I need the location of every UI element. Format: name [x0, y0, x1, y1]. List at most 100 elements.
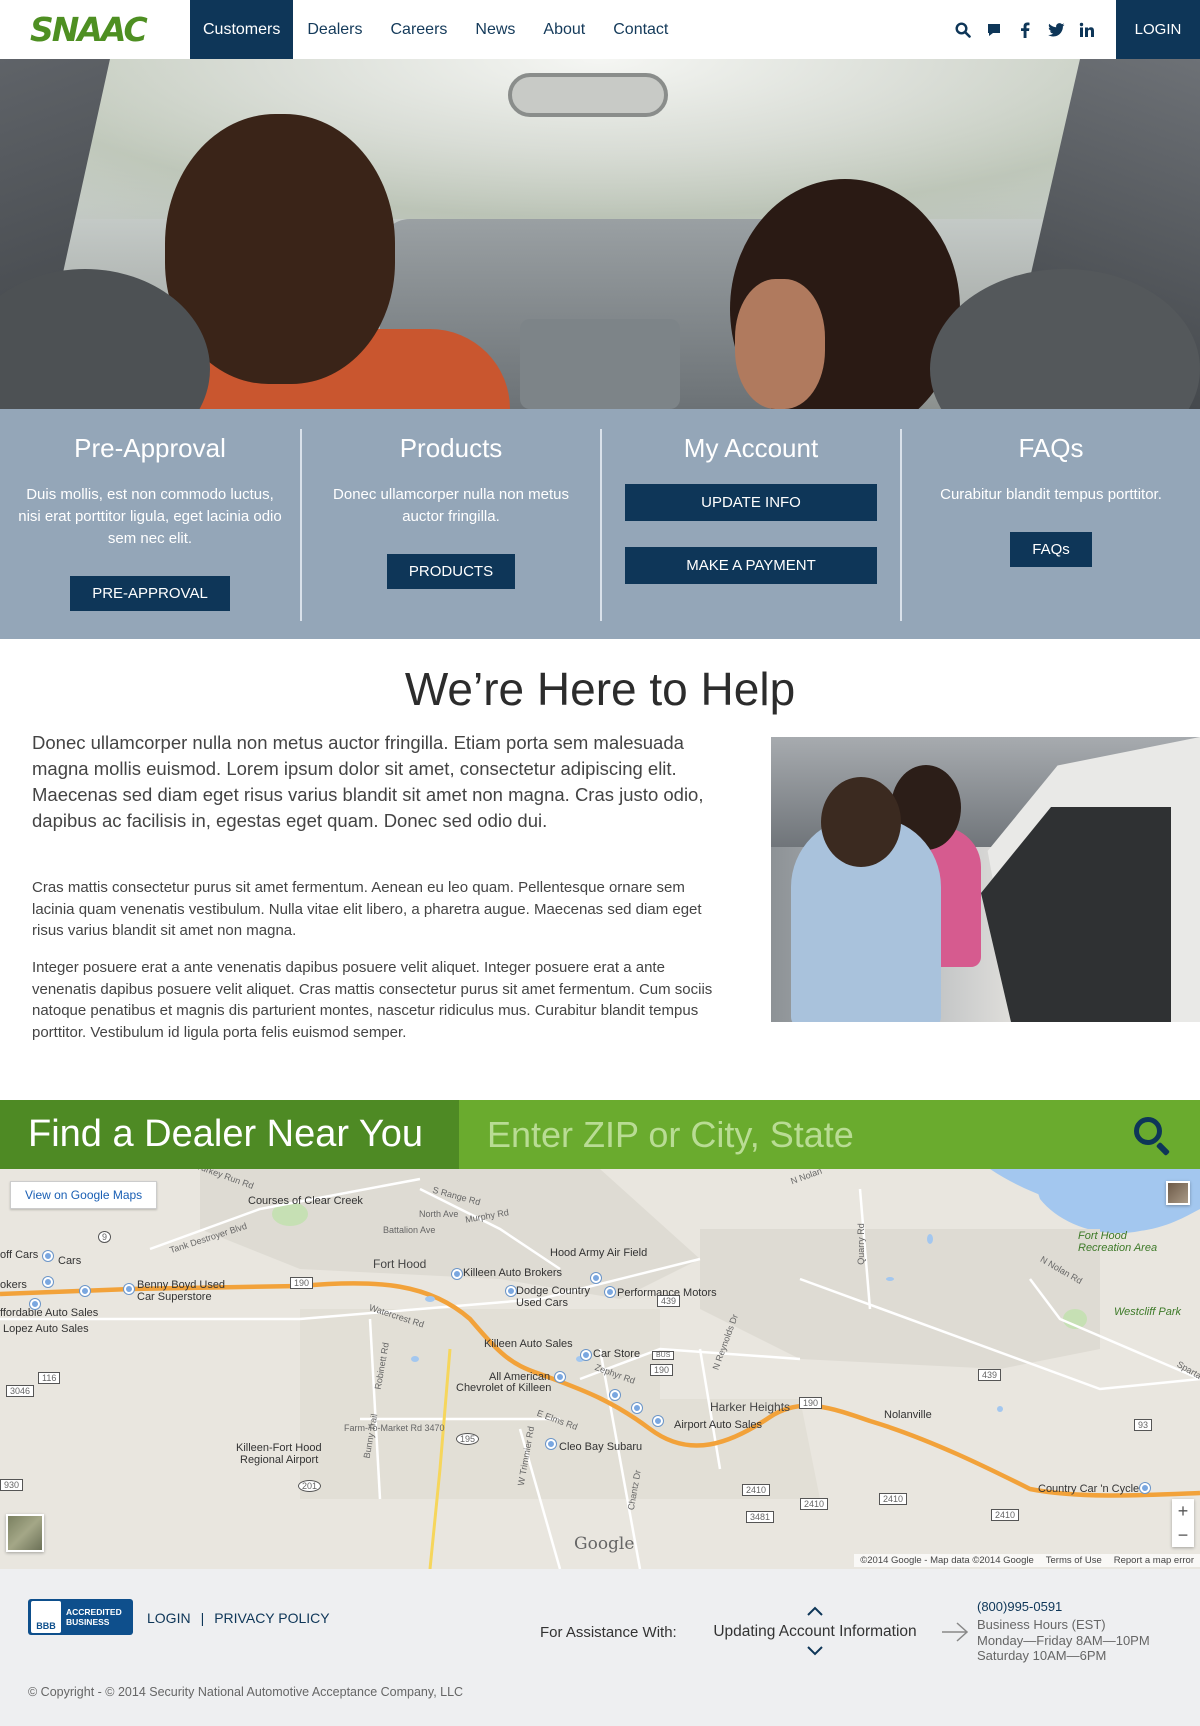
map-label: Westcliff Park: [1114, 1306, 1182, 1318]
dealer-pin[interactable]: [80, 1286, 90, 1296]
dealer-pin[interactable]: [506, 1286, 516, 1296]
highway-shield: 93: [1134, 1419, 1153, 1431]
map-label: Farm-To-Market Rd 3470: [344, 1423, 445, 1433]
feature-text: Curabitur blandit tempus porttitor.: [940, 486, 1162, 503]
zoom-in-button[interactable]: +: [1172, 1499, 1194, 1523]
highway-shield: 190: [799, 1397, 823, 1409]
map-label: Cars: [58, 1255, 82, 1267]
map-label: ffordable Auto Sales: [0, 1307, 99, 1319]
help-photo: [771, 737, 1200, 1022]
map-label: off Cars: [0, 1249, 39, 1261]
top-navigation: SNAAC Customers Dealers Careers News Abo…: [0, 0, 1200, 59]
map-satellite-toggle[interactable]: [1166, 1181, 1190, 1205]
highway-shield: 439: [657, 1295, 681, 1307]
dealer-pin[interactable]: [452, 1269, 462, 1279]
chevron-up-icon[interactable]: [704, 1605, 926, 1619]
assistance-selector[interactable]: Updating Account Information: [704, 1605, 926, 1663]
footer-privacy-link[interactable]: PRIVACY POLICY: [214, 1610, 329, 1626]
map-label: Killeen Auto Sales: [484, 1338, 573, 1350]
dealer-pin[interactable]: [1140, 1483, 1150, 1493]
dealer-pin[interactable]: [30, 1299, 40, 1309]
highway-shield: 2410: [879, 1493, 908, 1505]
update-info-button[interactable]: UPDATE INFO: [625, 484, 877, 521]
make-payment-button[interactable]: MAKE A PAYMENT: [625, 547, 877, 584]
nav-menu: Customers Dealers Careers News About Con…: [190, 0, 682, 59]
dealer-pin[interactable]: [591, 1273, 601, 1283]
nav-item-customers[interactable]: Customers: [190, 0, 294, 59]
arrow-right-icon: [940, 1619, 970, 1650]
business-hours: Business Hours (EST) Monday—Friday 8AM—1…: [977, 1617, 1150, 1664]
nav-item-news[interactable]: News: [461, 0, 529, 59]
logo[interactable]: SNAAC: [0, 0, 190, 59]
map-terms-link[interactable]: Terms of Use: [1046, 1555, 1102, 1566]
dealer-pin[interactable]: [546, 1439, 556, 1449]
dealer-pin[interactable]: [43, 1251, 53, 1261]
map-attribution: ©2014 Google - Map data ©2014 Google Ter…: [854, 1554, 1200, 1567]
feature-band: Pre-Approval Duis mollis, est non commod…: [0, 409, 1200, 639]
search-icon[interactable]: [954, 21, 972, 39]
highway-shield: 116: [38, 1372, 61, 1384]
help-paragraph-2: Integer posuere erat a ante venenatis da…: [32, 959, 713, 1041]
highway-shield: 2410: [742, 1484, 771, 1496]
nav-icons: [954, 0, 1116, 59]
google-logo: Google: [574, 1534, 635, 1554]
hero-console: [520, 319, 680, 409]
bbb-accredited-badge[interactable]: BBB ACCREDITED BUSINESS: [28, 1599, 133, 1635]
map-satellite-thumbnail[interactable]: [6, 1514, 44, 1552]
dealer-map[interactable]: View on Google Maps Turkey Run Rd S Rang…: [0, 1169, 1200, 1569]
dealer-pin[interactable]: [610, 1390, 620, 1400]
preapproval-button[interactable]: PRE-APPROVAL: [70, 576, 230, 611]
footer-login-link[interactable]: LOGIN: [147, 1610, 191, 1626]
map-label: Benny Boyd Used: [137, 1279, 226, 1291]
help-paragraph-1: Cras mattis consectetur purus sit amet f…: [32, 879, 702, 939]
highway-shield: 3481: [746, 1511, 775, 1523]
nav-item-contact[interactable]: Contact: [599, 0, 682, 59]
twitter-icon[interactable]: [1047, 21, 1065, 39]
highway-shield: 190: [290, 1277, 314, 1289]
map-label: Fort Hood: [373, 1257, 427, 1271]
feature-title: My Account: [683, 433, 819, 463]
map-label: Battalion Ave: [383, 1225, 436, 1235]
dealer-pin[interactable]: [124, 1284, 134, 1294]
contact-phone[interactable]: (800)995-0591: [977, 1599, 1062, 1614]
map-label: Cleo Bay Subaru: [559, 1441, 643, 1453]
bbb-badge-line-2: BUSINESS: [66, 1617, 110, 1627]
highway-shield: 195: [456, 1433, 480, 1445]
bbb-badge-text: ACCREDITED BUSINESS: [66, 1607, 122, 1627]
login-button[interactable]: LOGIN: [1116, 0, 1200, 59]
nav-item-about[interactable]: About: [529, 0, 599, 59]
zoom-out-button[interactable]: −: [1172, 1523, 1194, 1547]
map-label: Killeen-Fort Hood: [236, 1442, 322, 1454]
facebook-icon[interactable]: [1016, 21, 1034, 39]
linkedin-icon[interactable]: [1078, 21, 1096, 39]
footer: BBB ACCREDITED BUSINESS LOGIN | PRIVACY …: [0, 1569, 1200, 1726]
bbb-badge-line-1: ACCREDITED: [66, 1607, 122, 1617]
nav-item-careers[interactable]: Careers: [377, 0, 462, 59]
map-report-error-link[interactable]: Report a map error: [1114, 1555, 1194, 1566]
chevron-down-icon[interactable]: [704, 1645, 926, 1659]
map-label: Fort Hood: [1078, 1230, 1127, 1242]
faqs-button[interactable]: FAQs: [1010, 532, 1092, 567]
products-button[interactable]: PRODUCTS: [386, 554, 516, 589]
assistance-label: For Assistance With:: [540, 1624, 677, 1641]
dealer-pin[interactable]: [653, 1416, 663, 1426]
dealer-search-input[interactable]: [487, 1113, 1132, 1156]
chat-icon[interactable]: [985, 21, 1003, 39]
dealer-pin[interactable]: [581, 1350, 591, 1360]
dealer-pin[interactable]: [43, 1277, 53, 1287]
dealer-search-bar: Find a Dealer Near You: [0, 1100, 1200, 1169]
nav-item-dealers[interactable]: Dealers: [293, 0, 376, 59]
dealer-pin[interactable]: [555, 1372, 565, 1382]
search-icon[interactable]: [1132, 1115, 1172, 1156]
feature-products: Products Donec ullamcorper nulla non met…: [300, 429, 600, 621]
nav-right: LOGIN: [954, 0, 1200, 59]
map-label: Country Car 'n Cycle: [1038, 1483, 1140, 1495]
photo-man-head: [821, 777, 901, 867]
view-on-google-maps-button[interactable]: View on Google Maps: [10, 1181, 158, 1209]
dealer-pin[interactable]: [632, 1403, 642, 1413]
help-lead-paragraph: Donec ullamcorper nulla non metus auctor…: [32, 732, 704, 831]
highway-shield: 3046: [6, 1385, 35, 1397]
map-copyright: ©2014 Google - Map data ©2014 Google: [860, 1555, 1034, 1566]
dealer-pin[interactable]: [605, 1287, 615, 1297]
highway-shield: 9: [98, 1231, 112, 1243]
